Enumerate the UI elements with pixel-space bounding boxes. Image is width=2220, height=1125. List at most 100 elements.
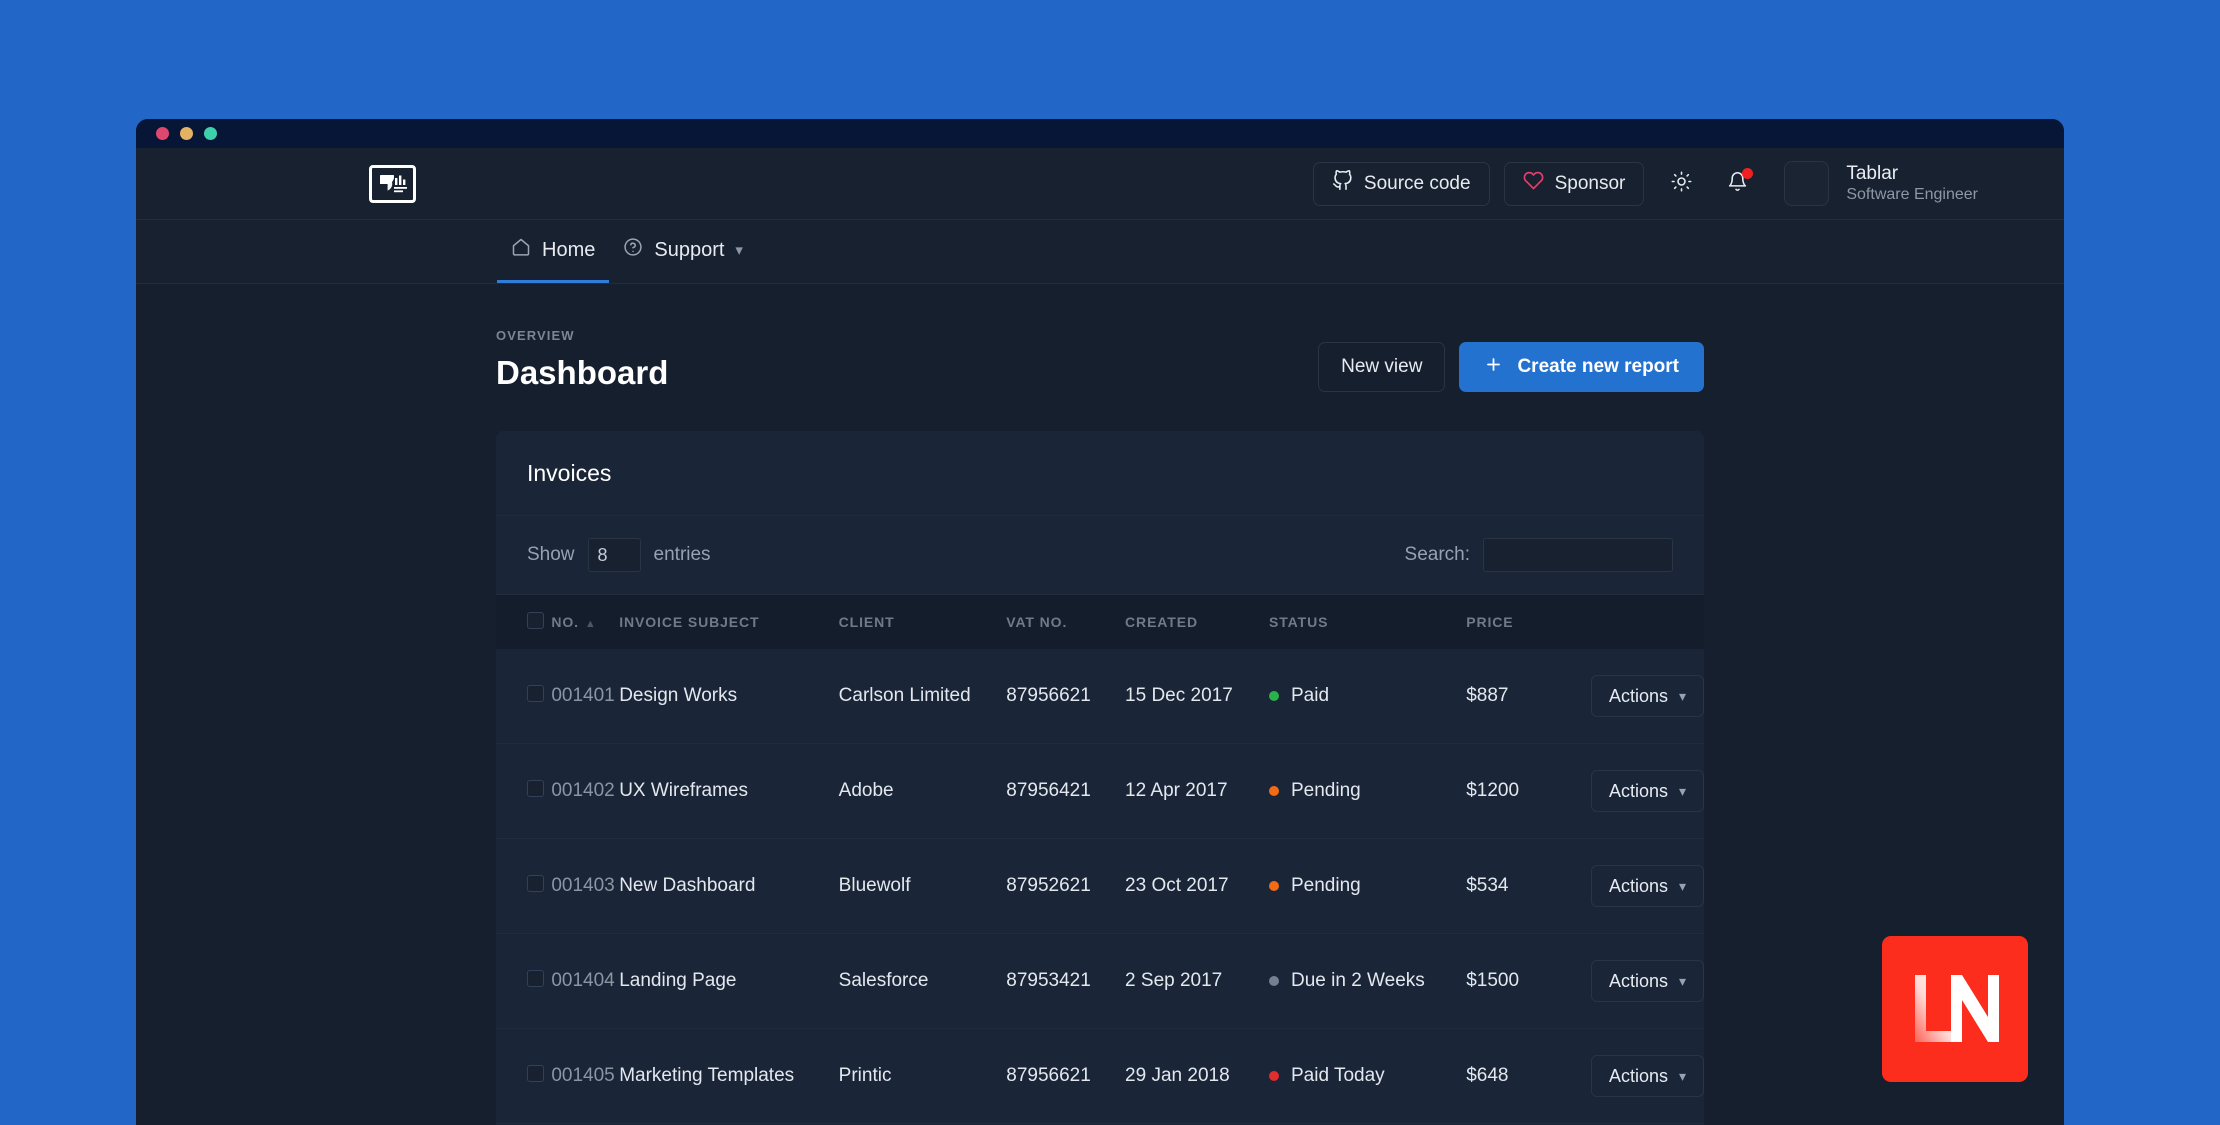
- heart-icon: [1523, 170, 1544, 197]
- cell-vat-no: 87953421: [1006, 970, 1091, 991]
- status-dot-icon: [1269, 1071, 1279, 1081]
- cell-invoice-subject: Landing Page: [619, 970, 737, 991]
- col-client[interactable]: CLIENT: [839, 595, 1007, 649]
- cell-invoice-no: 001401: [551, 685, 615, 706]
- show-label: Show: [527, 544, 575, 565]
- cell-price: $1500: [1466, 970, 1520, 991]
- header-actions: Source code Sponsor Tablar Software Engi…: [1312, 161, 1978, 206]
- user-info[interactable]: Tablar Software Engineer: [1846, 162, 1978, 206]
- app-header: Source code Sponsor Tablar Software Engi…: [136, 148, 2064, 220]
- cell-client: Bluewolf: [838, 875, 911, 896]
- cell-created: 29 Jan 2018: [1125, 1065, 1230, 1086]
- actions-button[interactable]: Actions ▾: [1590, 960, 1704, 1002]
- cell-price: $648: [1466, 1065, 1509, 1086]
- table-row[interactable]: 001403 New Dashboard Bluewolf 87952621 23 Oc…: [496, 839, 1704, 934]
- window-maximize-button[interactable]: [204, 127, 217, 140]
- row-checkbox[interactable]: [527, 1064, 544, 1082]
- actions-button[interactable]: Actions ▾: [1590, 865, 1704, 907]
- search-group: Search:: [1405, 538, 1673, 572]
- page-content: OVERVIEW Dashboard New view Create new r…: [136, 284, 2064, 1125]
- col-no-label: NO.: [551, 614, 579, 630]
- row-select-cell: [496, 839, 551, 934]
- source-code-button[interactable]: Source code: [1312, 161, 1490, 206]
- cell-status: Pending: [1269, 744, 1466, 839]
- page-title: Dashboard: [496, 354, 669, 391]
- actions-button-label: Actions: [1608, 1065, 1668, 1086]
- col-subject[interactable]: INVOICE SUBJECT: [619, 595, 838, 649]
- cell-invoice-no: 001405: [551, 1065, 615, 1086]
- main-nav: Home Support ▾: [136, 220, 2064, 284]
- new-view-button[interactable]: New view: [1318, 342, 1446, 392]
- actions-button[interactable]: Actions ▾: [1590, 675, 1704, 717]
- cell-vat-no: 87956421: [1006, 780, 1091, 801]
- nav-item-home[interactable]: Home: [497, 237, 610, 283]
- col-select-all: [496, 595, 551, 649]
- actions-button[interactable]: Actions ▾: [1590, 770, 1704, 812]
- app-window: Source code Sponsor Tablar Software Engi…: [136, 119, 2064, 1125]
- status-badge: Due in 2 Weeks: [1291, 970, 1425, 991]
- page-title-group: OVERVIEW Dashboard: [496, 328, 668, 392]
- theme-toggle-button[interactable]: [1662, 165, 1700, 203]
- cell-client: Adobe: [838, 780, 894, 801]
- cell-client: Carlson Limited: [838, 685, 971, 706]
- row-checkbox[interactable]: [527, 969, 544, 987]
- col-no[interactable]: NO. ▲: [551, 595, 619, 649]
- row-checkbox[interactable]: [527, 779, 544, 797]
- actions-button-label: Actions: [1608, 780, 1668, 801]
- table-row[interactable]: 001401 Design Works Carlson Limited 8795662…: [496, 649, 1704, 744]
- chevron-down-icon: ▾: [735, 242, 743, 259]
- create-new-report-button[interactable]: Create new report: [1459, 342, 1704, 392]
- sponsor-button[interactable]: Sponsor: [1503, 161, 1645, 206]
- row-checkbox[interactable]: [527, 874, 544, 892]
- notifications-button[interactable]: [1718, 165, 1756, 203]
- avatar[interactable]: [1784, 161, 1830, 206]
- nav-item-support[interactable]: Support ▾: [609, 237, 757, 283]
- search-input[interactable]: [1483, 538, 1673, 572]
- user-name: Tablar: [1846, 162, 1899, 184]
- home-icon: [511, 237, 531, 263]
- table-row[interactable]: 001404 Landing Page Salesforce 87953421 2 Se…: [496, 934, 1704, 1029]
- chevron-down-icon: ▾: [1678, 687, 1686, 704]
- cell-vat-no: 87956621: [1006, 1065, 1091, 1086]
- table-row[interactable]: 001402 UX Wireframes Adobe 87956421 12 Apr 2…: [496, 744, 1704, 839]
- table-row[interactable]: 001405 Marketing Templates Printic 87956621…: [496, 1029, 1704, 1124]
- row-select-cell: [496, 934, 551, 1029]
- cell-status: Paid Today: [1269, 1029, 1466, 1124]
- sponsor-label: Sponsor: [1554, 172, 1626, 194]
- row-checkbox[interactable]: [527, 684, 544, 702]
- window-minimize-button[interactable]: [180, 127, 193, 140]
- sort-asc-icon: ▲: [584, 618, 597, 630]
- status-badge: Paid Today: [1291, 1065, 1385, 1086]
- entries-count-input[interactable]: [587, 538, 641, 572]
- ln-logo-icon: [1915, 975, 1999, 1042]
- col-created[interactable]: CREATED: [1125, 595, 1269, 649]
- cell-status: Due in 2 Weeks: [1269, 934, 1466, 1029]
- chevron-down-icon: ▾: [1678, 782, 1686, 799]
- cell-invoice-subject: Design Works: [619, 685, 738, 706]
- window-titlebar: [136, 119, 2064, 148]
- col-actions: [1591, 595, 1704, 649]
- cell-status: Paid: [1269, 649, 1466, 744]
- notification-badge: [1742, 167, 1754, 179]
- cell-vat-no: 87956621: [1006, 685, 1091, 706]
- row-select-cell: [496, 744, 551, 839]
- actions-button[interactable]: Actions ▾: [1590, 1055, 1704, 1097]
- select-all-checkbox[interactable]: [527, 612, 544, 629]
- actions-button-label: Actions: [1608, 970, 1668, 991]
- question-circle-icon: [623, 237, 643, 263]
- chart-report-logo-icon[interactable]: [369, 164, 416, 203]
- window-close-button[interactable]: [156, 127, 169, 140]
- cell-invoice-no: 001404: [551, 970, 615, 991]
- cell-actions: Actions ▾: [1590, 839, 1704, 934]
- entries-label: entries: [653, 544, 711, 565]
- nav-item-home-label: Home: [542, 238, 596, 261]
- actions-button-label: Actions: [1608, 875, 1668, 896]
- col-vat[interactable]: VAT NO.: [1006, 595, 1125, 649]
- cell-invoice-subject: New Dashboard: [619, 875, 756, 896]
- cell-client: Salesforce: [838, 970, 929, 991]
- breadcrumb: OVERVIEW: [496, 328, 575, 343]
- col-price[interactable]: PRICE: [1466, 595, 1591, 649]
- col-status[interactable]: STATUS: [1269, 595, 1466, 649]
- cell-client: Printic: [838, 1065, 892, 1086]
- cell-actions: Actions ▾: [1590, 1029, 1704, 1124]
